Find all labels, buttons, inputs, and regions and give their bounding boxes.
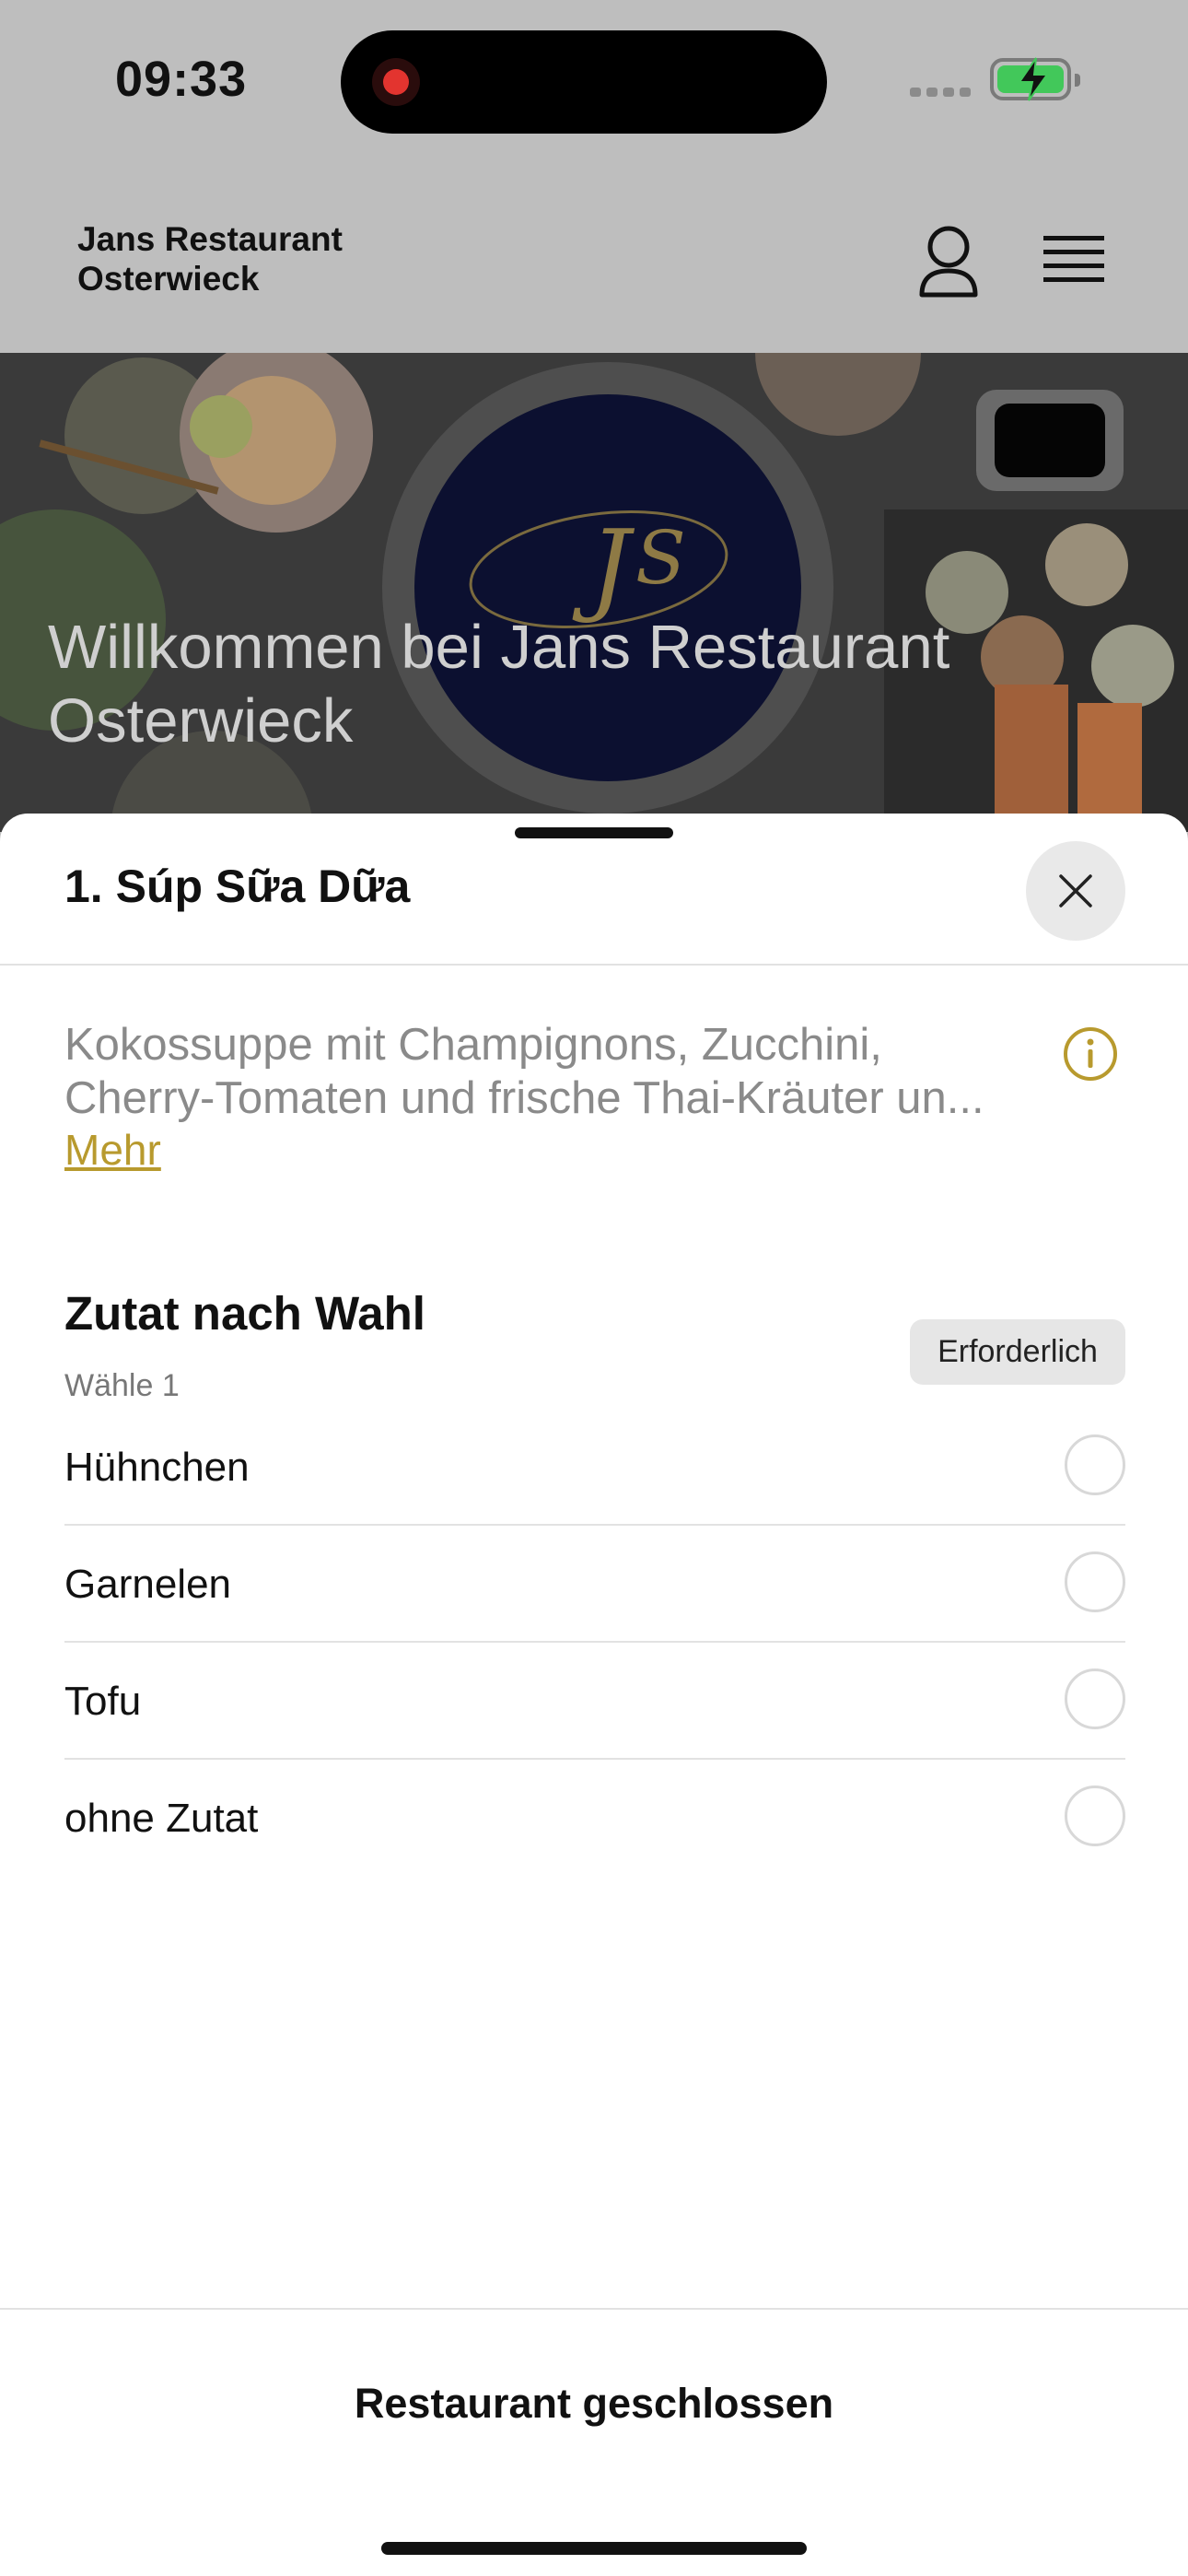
option-group-subtitle: Wähle 1	[64, 1368, 180, 1403]
hamburger-menu-icon[interactable]	[1043, 232, 1104, 287]
recording-dot-icon	[372, 58, 420, 106]
hero-banner: J S Willkommen bei Jans Restaurant Oster…	[0, 353, 1188, 832]
sheet-drag-handle[interactable]	[515, 827, 673, 838]
option-radio[interactable]	[1065, 1669, 1125, 1729]
option-label: Garnelen	[64, 1562, 232, 1607]
restaurant-closed-status: Restaurant geschlossen	[354, 2380, 834, 2427]
description-line-1: Kokossuppe mit Champignons, Zucchini,	[64, 1020, 882, 1070]
status-time: 09:33	[115, 52, 248, 107]
option-divider	[64, 1758, 1125, 1760]
dish-title: 1. Súp Sữa Dữa	[64, 861, 411, 912]
dynamic-island	[341, 30, 827, 134]
option-divider	[64, 1524, 1125, 1526]
option-label: Hühnchen	[64, 1445, 250, 1490]
hero-welcome-title: Willkommen bei Jans Restaurant Osterwiec…	[48, 613, 950, 755]
close-icon	[1059, 874, 1092, 907]
dish-options-sheet: 1. Súp Sữa Dữa Kokossuppe mit Champignon…	[0, 814, 1188, 2576]
user-icon[interactable]	[916, 225, 981, 302]
dish-description: Kokossuppe mit Champignons, Zucchini, Ch…	[64, 1018, 1050, 1125]
restaurant-brand[interactable]: Jans Restaurant Osterwieck	[77, 219, 464, 299]
home-indicator[interactable]	[381, 2542, 807, 2555]
option-row[interactable]: Hühnchen	[64, 1410, 1125, 1526]
option-label: ohne Zutat	[64, 1796, 259, 1841]
option-radio[interactable]	[1065, 1551, 1125, 1612]
option-group-title: Zutat nach Wahl	[64, 1287, 425, 1340]
status-bar: 09:33	[0, 0, 1188, 175]
option-radio[interactable]	[1065, 1786, 1125, 1846]
app-header: Jans Restaurant Osterwieck	[0, 175, 1188, 353]
option-row[interactable]: ohne Zutat	[64, 1761, 1125, 1877]
option-row[interactable]: Garnelen	[64, 1527, 1125, 1643]
svg-text:S: S	[635, 515, 686, 601]
required-badge: Erforderlich	[910, 1319, 1125, 1385]
description-line-2: Cherry-Tomaten und frische Thai-Kräuter …	[64, 1073, 984, 1123]
info-icon[interactable]	[1062, 1025, 1119, 1083]
hero-food-background: J S	[0, 353, 1188, 832]
footer-divider	[0, 2308, 1188, 2310]
brand-line-1: Jans Restaurant	[77, 220, 343, 258]
more-link[interactable]: Mehr	[64, 1125, 161, 1175]
brand-line-2: Osterwieck	[77, 260, 260, 298]
sheet-header-divider	[0, 964, 1188, 966]
option-row[interactable]: Tofu	[64, 1644, 1125, 1760]
close-button[interactable]	[1026, 841, 1125, 941]
cellular-signal-icon	[910, 85, 976, 101]
option-label: Tofu	[64, 1679, 142, 1724]
option-radio[interactable]	[1065, 1434, 1125, 1495]
option-divider	[64, 1641, 1125, 1643]
battery-charging-icon	[990, 57, 1080, 101]
